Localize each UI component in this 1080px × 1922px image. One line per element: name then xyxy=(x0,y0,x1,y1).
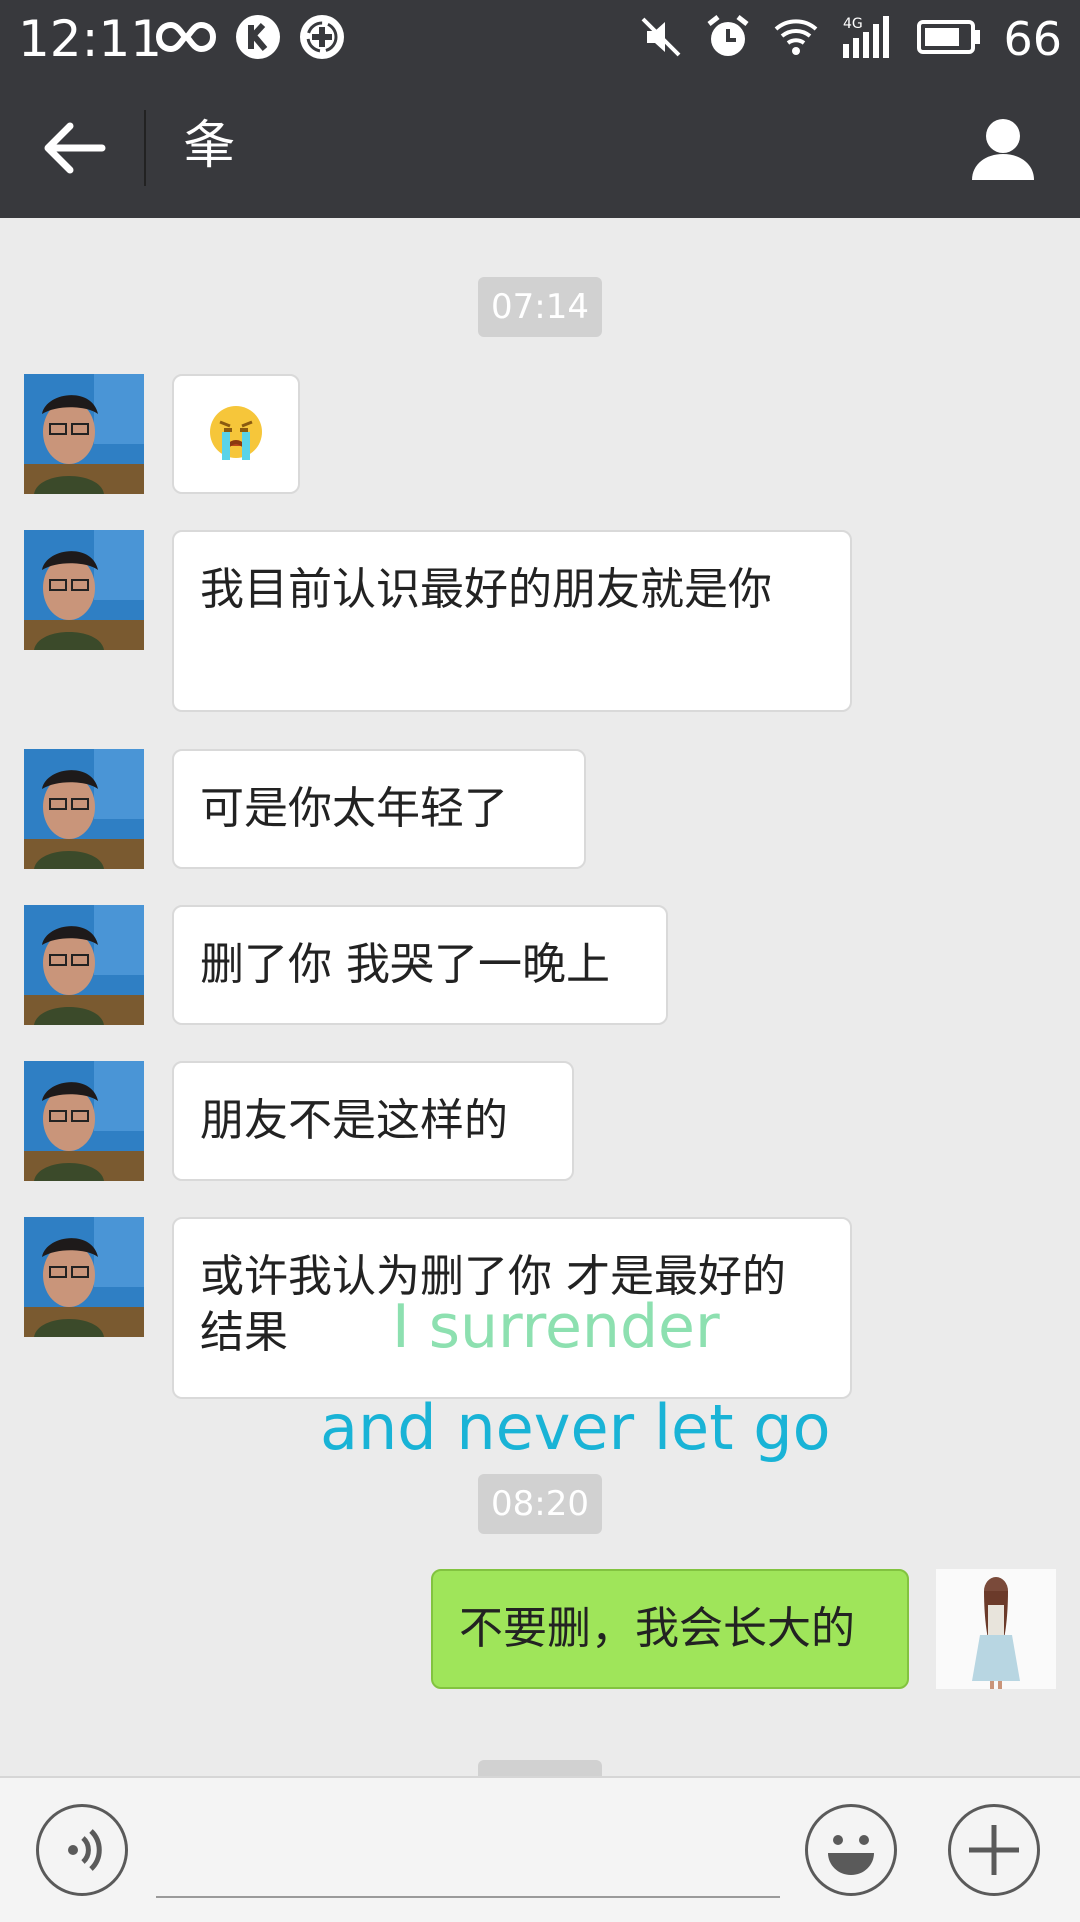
message-bubble[interactable]: 可是你太年轻了 xyxy=(172,749,586,869)
sync-app-icon xyxy=(299,14,345,64)
contact-avatar[interactable] xyxy=(24,905,144,1025)
person-icon xyxy=(972,119,1034,180)
overlay-lyric-line-1: I surrender xyxy=(392,1292,720,1362)
message-input[interactable] xyxy=(156,1896,780,1898)
header-divider xyxy=(144,110,146,186)
status-time: 12:11 xyxy=(18,10,163,68)
contact-avatar[interactable] xyxy=(24,1061,144,1181)
message-bubble[interactable]: 删了你 我哭了一晚上 xyxy=(172,905,668,1025)
chat-title: 夆 xyxy=(183,116,236,176)
plus-icon xyxy=(969,1825,1019,1875)
timestamp: 08:20 xyxy=(478,1474,602,1534)
more-options-button[interactable] xyxy=(948,1804,1040,1896)
message-bubble[interactable]: 朋友不是这样的 xyxy=(172,1061,574,1181)
message-bubble-self[interactable]: 不要删，我会长大的 xyxy=(431,1569,909,1689)
voice-input-button[interactable] xyxy=(36,1804,128,1896)
contact-avatar[interactable] xyxy=(24,1217,144,1337)
status-bar: 12:11 4G 66 xyxy=(0,0,1080,78)
status-left-icons xyxy=(155,14,345,64)
infinity-icon xyxy=(155,17,217,61)
battery-level-text: 66 xyxy=(1003,12,1062,66)
k-app-icon xyxy=(235,14,281,64)
cellular-signal-icon: 4G xyxy=(841,14,895,64)
contact-avatar[interactable] xyxy=(24,530,144,650)
back-arrow-icon xyxy=(44,122,106,174)
contact-avatar[interactable] xyxy=(24,374,144,494)
network-type-label: 4G xyxy=(843,16,863,32)
message-bubble[interactable]: 我目前认识最好的朋友就是你 xyxy=(172,530,852,712)
timestamp: 07:14 xyxy=(478,277,602,337)
input-bar xyxy=(0,1776,1080,1922)
contact-avatar[interactable] xyxy=(24,749,144,869)
mute-icon xyxy=(639,15,683,63)
contact-profile-button[interactable] xyxy=(968,114,1038,184)
chat-header: 夆 xyxy=(0,78,1080,218)
crying-face-emoji-icon xyxy=(210,406,262,460)
back-button[interactable] xyxy=(40,118,110,178)
alarm-icon xyxy=(705,14,751,64)
message-bubble[interactable] xyxy=(172,374,300,494)
wifi-icon xyxy=(773,17,819,61)
my-avatar[interactable] xyxy=(936,1569,1056,1689)
overlay-lyric-line-2: and never let go xyxy=(320,1391,831,1464)
smiley-icon xyxy=(828,1835,874,1875)
emoji-button[interactable] xyxy=(805,1804,897,1896)
battery-icon xyxy=(917,19,981,59)
voice-icon xyxy=(68,1829,102,1871)
status-right-icons: 4G 66 xyxy=(639,10,1062,68)
